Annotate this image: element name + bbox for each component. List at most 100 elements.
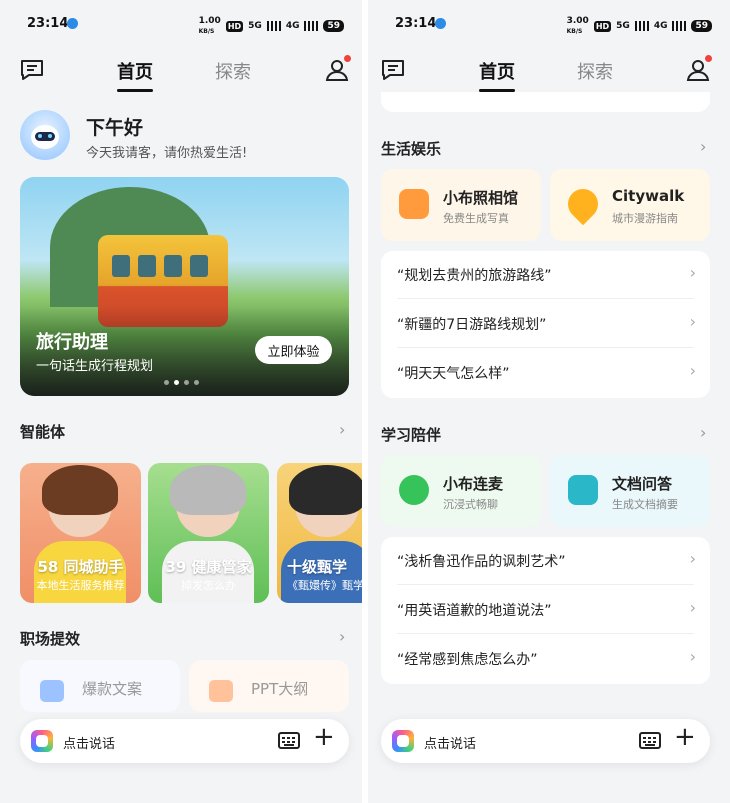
document-icon	[40, 680, 64, 702]
feature-subtitle: 生成文档摘要	[612, 498, 678, 511]
chevron-right-icon: ›	[689, 263, 696, 282]
feature-title: 文档问答	[612, 475, 673, 493]
query-item[interactable]: “经常感到焦虑怎么办” ›	[381, 635, 710, 683]
travel-banner[interactable]: 旅行助理 一句话生成行程规划 立即体验	[20, 177, 349, 396]
home-screen-left: 23:14 1.00 KB/S HD 5G 4G 59 首页 探索 下午好 今天…	[0, 0, 362, 803]
agent-name: 十级甄学	[287, 558, 348, 576]
carousel-dot-active[interactable]	[174, 380, 179, 385]
feature-card-citywalk[interactable]: Citywalk 城市漫游指南	[550, 169, 710, 241]
voice-input-label[interactable]: 点击说话	[424, 733, 476, 752]
carousel-dot[interactable]	[164, 380, 169, 385]
signal-bars-icon-2	[672, 21, 687, 31]
chevron-right-icon[interactable]: ›	[700, 423, 706, 442]
banner-subtitle: 一句话生成行程规划	[36, 359, 154, 374]
robot-icon	[31, 125, 59, 149]
section-title-agents: 智能体	[20, 423, 66, 441]
tab-home[interactable]: 首页	[479, 58, 515, 92]
feature-card-doc-qa[interactable]: 文档问答 生成文档摘要	[550, 455, 710, 527]
document-edit-icon	[568, 475, 598, 505]
notification-dot	[705, 55, 712, 62]
hd-badge: HD	[225, 20, 244, 32]
carousel-dot[interactable]	[194, 380, 199, 385]
work-card-label: 爆款文案	[82, 680, 143, 698]
chevron-right-icon[interactable]: ›	[339, 420, 345, 439]
carousel-dots[interactable]	[164, 380, 199, 385]
scrolled-card-edge	[381, 92, 710, 112]
query-item[interactable]: “规划去贵州的旅游路线” ›	[381, 251, 710, 299]
battery-badge: 59	[691, 20, 712, 32]
work-card-ppt[interactable]: PPT大纲	[189, 660, 349, 712]
photo-icon	[399, 189, 429, 219]
agent-card-58[interactable]: 58 同城助手 本地生活服务推荐	[20, 463, 141, 603]
query-text: “新疆的7日游路线规划”	[397, 317, 547, 333]
plus-icon[interactable]: +	[674, 724, 696, 750]
ppt-icon	[209, 680, 233, 702]
section-title-study: 学习陪伴	[381, 426, 442, 444]
signal-5g: 5G	[616, 21, 630, 31]
hd-badge: HD	[593, 20, 612, 32]
top-nav: 首页 探索	[368, 44, 730, 92]
signal-4g: 4G	[653, 21, 668, 31]
assistant-logo-icon	[31, 730, 53, 752]
phone-chat-icon	[399, 475, 429, 505]
query-item[interactable]: “新疆的7日游路线规划” ›	[381, 300, 710, 348]
feature-card-voice-chat[interactable]: 小布连麦 沉浸式畅聊	[381, 455, 541, 527]
status-time: 23:14	[27, 16, 69, 31]
voice-input-bar[interactable]: 点击说话 +	[381, 719, 710, 763]
banner-title: 旅行助理	[36, 332, 108, 353]
carousel-dot[interactable]	[184, 380, 189, 385]
feature-title: 小布照相馆	[443, 189, 519, 207]
tab-explore[interactable]: 探索	[577, 58, 613, 84]
query-text: “规划去贵州的旅游路线”	[397, 268, 552, 284]
chevron-right-icon[interactable]: ›	[700, 137, 706, 156]
agent-card-39[interactable]: 39 健康管家 掉发怎么办	[148, 463, 269, 603]
status-icons: 1.00 KB/S HD 5G 4G 59	[199, 16, 344, 36]
agent-name: 39 健康管家	[165, 558, 252, 576]
net-speed: 3.00 KB/S	[566, 16, 589, 35]
work-card-label: PPT大纲	[251, 680, 309, 698]
feature-title: 小布连麦	[443, 475, 504, 493]
voice-input-bar[interactable]: 点击说话 +	[20, 719, 349, 763]
home-screen-right: 23:14 3.00 KB/S HD 5G 4G 59 首页 探索 生活娱乐 › …	[368, 0, 730, 803]
agent-card-zhenxue[interactable]: 十级甄学 《甄嬛传》甄学	[277, 463, 362, 603]
try-now-button[interactable]: 立即体验	[255, 336, 332, 364]
query-item[interactable]: “用英语道歉的地道说法” ›	[381, 586, 710, 634]
location-pin-icon	[561, 182, 605, 226]
message-icon[interactable]	[380, 58, 406, 82]
feature-card-photo-studio[interactable]: 小布照相馆 免费生成写真	[381, 169, 541, 241]
agent-name: 58 同城助手	[37, 558, 124, 576]
top-nav: 首页 探索	[0, 44, 362, 92]
message-icon[interactable]	[19, 58, 45, 82]
chevron-right-icon[interactable]: ›	[339, 627, 345, 646]
tab-explore[interactable]: 探索	[215, 58, 251, 84]
agent-desc: 本地生活服务推荐	[36, 579, 125, 592]
query-item[interactable]: “浅析鲁迅作品的讽刺艺术” ›	[381, 537, 710, 585]
section-title-work: 职场提效	[20, 630, 81, 648]
feature-title: Citywalk	[612, 187, 685, 205]
status-time: 23:14	[395, 16, 437, 31]
net-speed: 1.00 KB/S	[198, 16, 221, 35]
assistant-logo-icon	[392, 730, 414, 752]
signal-bars-icon-2	[304, 21, 319, 31]
keyboard-icon[interactable]	[278, 732, 300, 749]
agent-desc: 掉发怎么办	[181, 579, 236, 592]
keyboard-icon[interactable]	[639, 732, 661, 749]
chevron-right-icon: ›	[689, 312, 696, 331]
query-text: “明天天气怎么样”	[397, 366, 510, 382]
voice-input-label[interactable]: 点击说话	[63, 733, 115, 752]
greeting-subtitle: 今天我请客，请你热爱生活!	[86, 146, 248, 161]
signal-5g: 5G	[248, 21, 262, 31]
chevron-right-icon: ›	[689, 549, 696, 568]
query-text: “用英语道歉的地道说法”	[397, 603, 552, 619]
telegram-icon	[435, 18, 446, 29]
query-item[interactable]: “明天天气怎么样” ›	[381, 349, 710, 397]
chevron-right-icon: ›	[689, 598, 696, 617]
telegram-icon	[67, 18, 78, 29]
status-bar: 23:14 1.00 KB/S HD 5G 4G 59	[0, 0, 362, 44]
status-bar: 23:14 3.00 KB/S HD 5G 4G 59	[368, 0, 730, 44]
work-card-copywriting[interactable]: 爆款文案	[20, 660, 180, 712]
life-query-list: “规划去贵州的旅游路线” › “新疆的7日游路线规划” › “明天天气怎么样” ›	[381, 251, 710, 398]
plus-icon[interactable]: +	[313, 724, 335, 750]
tab-home[interactable]: 首页	[117, 58, 153, 92]
query-text: “浅析鲁迅作品的讽刺艺术”	[397, 554, 566, 570]
